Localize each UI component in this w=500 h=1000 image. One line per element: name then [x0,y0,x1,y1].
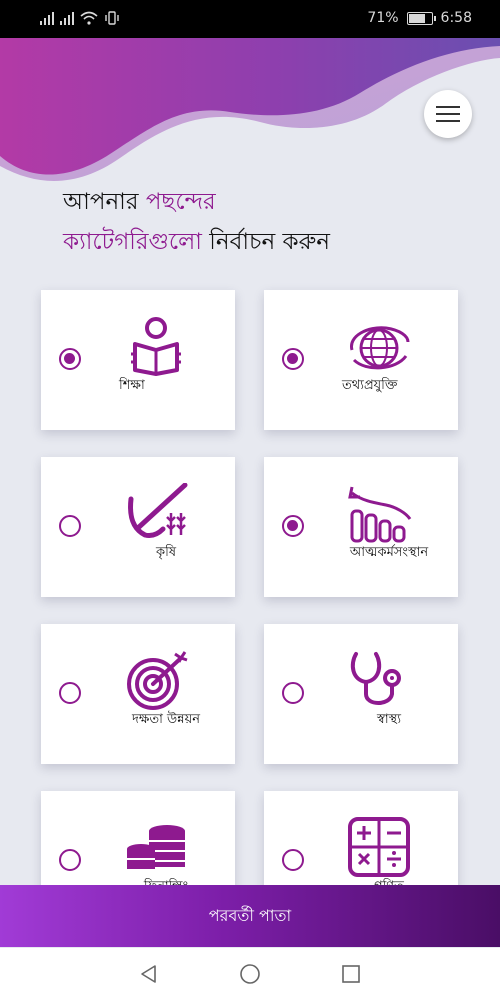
category-label: দক্ষতা উন্নয়ন [132,712,200,727]
battery-icon [406,11,436,25]
vibrate-icon [105,11,119,25]
title-text: নির্বাচন করুন [209,229,330,255]
category-radio[interactable] [282,849,304,871]
hamburger-icon-line [436,106,460,108]
category-label: স্বাস্থ্য [376,712,402,727]
reading-person-icon [131,317,181,376]
cellular-signal-icon [60,12,74,25]
category-radio[interactable] [59,682,81,704]
category-card-it[interactable]: তথ্যপ্রযুক্তি [264,290,458,430]
growth-chart-icon [348,486,412,543]
home-icon[interactable] [239,963,261,985]
stethoscope-icon [350,652,401,705]
back-icon[interactable] [139,964,159,984]
calculator-icon [348,817,410,877]
hamburger-icon-line [436,113,460,115]
status-bar: 71% 6:58 [0,0,500,38]
coins-stack-icon [127,825,185,869]
category-label: কৃষি [156,545,176,560]
title-text: আপনার [63,189,139,215]
category-radio[interactable] [282,682,304,704]
category-radio[interactable] [59,348,81,370]
next-page-button[interactable]: পরবর্তী পাতা [0,885,500,947]
category-label: শিক্ষা [119,378,145,393]
clock: 6:58 [440,10,472,26]
cellular-signal-icon [40,12,54,25]
title-text: ক্যাটেগরিগুলো [63,229,202,255]
title-text: পছন্দের [145,189,216,215]
category-radio[interactable] [59,515,81,537]
wifi-icon [80,11,98,25]
category-card-self-employment[interactable]: আত্মকর্মসংস্থান [264,457,458,597]
page-title: আপনার পছন্দের ক্যাটেগরিগুলো নির্বাচন করু… [63,182,330,262]
system-nav-bar [0,948,500,1000]
category-label: তথ্যপ্রযুক্তি [342,378,398,393]
main-content: আপনার পছন্দের ক্যাটেগরিগুলো নির্বাচন করু… [0,38,500,948]
category-label: আত্মকর্মসংস্থান [349,545,429,560]
category-card-education[interactable]: শিক্ষা [41,290,235,430]
category-radio[interactable] [59,849,81,871]
recent-apps-icon[interactable] [341,964,361,984]
category-radio[interactable] [282,515,304,537]
category-radio[interactable] [282,348,304,370]
globe-icon [350,326,410,370]
category-card-skill-development[interactable]: দক্ষতা উন্নয়ন [41,624,235,764]
category-card-agriculture[interactable]: কৃষি [41,457,235,597]
target-arrow-icon [127,651,188,710]
plant-sprout-icon [128,483,188,538]
hamburger-icon-line [436,120,460,122]
menu-button[interactable] [424,90,472,138]
battery-percentage: 71% [367,10,399,26]
category-card-health[interactable]: স্বাস্থ্য [264,624,458,764]
